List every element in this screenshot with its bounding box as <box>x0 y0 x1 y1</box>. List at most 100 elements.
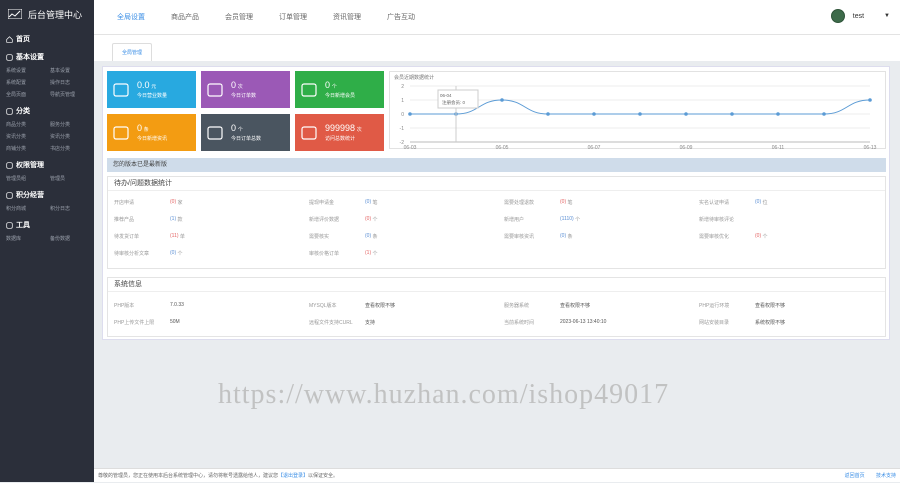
nav-tab[interactable]: 广告互动 <box>374 0 428 35</box>
stat-value[interactable]: (0) <box>170 250 176 257</box>
sysinfo-value: 支持 <box>365 320 376 326</box>
stat-value[interactable]: (0) <box>365 233 371 240</box>
stat-unit: 家 <box>177 200 183 206</box>
sidebar-section[interactable]: 积分经营 <box>0 188 94 202</box>
sidebar-item[interactable]: 全局页面 <box>6 91 50 98</box>
sidebar-item[interactable]: 积分商城 <box>6 205 50 212</box>
y-tick-label: 2 <box>401 84 404 90</box>
nav-tab[interactable]: 全局设置 <box>104 0 158 35</box>
card-number: 0 <box>325 80 331 90</box>
tab-global-manage[interactable]: 全局管理 <box>112 43 152 61</box>
stat-value[interactable]: (0) <box>365 216 371 223</box>
stat-value[interactable]: (0) <box>560 233 566 240</box>
sidebar-item[interactable]: 资讯分类 <box>50 133 94 140</box>
stat-key: 开店申请 <box>114 200 135 206</box>
nav-tab[interactable]: 订单管理 <box>266 0 320 35</box>
back-home-link[interactable]: 返回首页 <box>845 473 865 479</box>
stat-card[interactable]: 999998 次访问总数统计 <box>295 114 384 151</box>
sidebar-subrow: 全局页面 导航页管理 <box>0 88 94 100</box>
stat-value[interactable]: (0) <box>755 233 761 240</box>
card-label: 今日新增会员 <box>325 93 356 99</box>
sidebar-item[interactable]: 备份数据 <box>50 235 94 242</box>
sidebar-item[interactable]: 系统设置 <box>6 67 50 74</box>
sidebar-item[interactable]: 书店分类 <box>50 145 94 152</box>
stat-key: 推荐产品 <box>114 217 135 223</box>
sidebar-item[interactable]: 基本设置 <box>50 67 94 74</box>
sidebar-subrow: 商铺分类 书店分类 <box>0 142 94 154</box>
stat-card[interactable]: 0 条今日新增资讯 <box>107 114 196 151</box>
sidebar-item[interactable]: 商铺分类 <box>6 145 50 152</box>
sidebar-item[interactable]: 管理员组 <box>6 175 50 182</box>
stat-card[interactable]: 0 次今日订单数 <box>201 71 290 108</box>
app-logo: 后台管理中心 <box>0 0 94 28</box>
stat-unit: 个 <box>575 217 581 223</box>
stat-value[interactable]: (1110) <box>560 216 574 223</box>
sidebar-item[interactable]: 服务分类 <box>50 121 94 128</box>
sidebar-item[interactable]: 系统配置 <box>6 79 50 86</box>
nav-tab[interactable]: 会员管理 <box>212 0 266 35</box>
sidebar-section[interactable]: 分类 <box>0 104 94 118</box>
stat-key: 新增用户 <box>504 217 525 223</box>
sidebar-section[interactable]: 权限管理 <box>0 158 94 172</box>
mail-icon <box>113 125 129 140</box>
sidebar: 后台管理中心 首页 基本设置 系统设置 基本设置 系统配置 操作日志 全局页面 导航页管理分… <box>0 0 94 482</box>
sidebar-section-title: 基本设置 <box>16 54 44 61</box>
stat-value[interactable]: (1) <box>365 250 371 257</box>
sidebar-item[interactable]: 操作日志 <box>50 79 94 86</box>
sysinfo-row: MYSQL版本 查看权限不够 <box>309 302 489 309</box>
card-number: 999998 <box>325 123 356 133</box>
stat-value[interactable]: (0) <box>170 199 176 206</box>
tooltip-title: 06-04 <box>440 93 452 98</box>
x-tick-label: 06-03 <box>404 145 417 150</box>
sysinfo-value: 7.0.33 <box>170 302 184 308</box>
cart-icon <box>6 191 13 199</box>
card-number: 0 <box>231 123 237 133</box>
data-point <box>730 112 734 116</box>
stat-value[interactable]: (1) <box>170 216 176 223</box>
stat-value[interactable]: (0) <box>755 199 761 206</box>
home-icon <box>6 35 13 43</box>
stat-row: 提现申请金 (0) 笔 <box>309 199 489 206</box>
stat-row: 审核价格订单 (1) 个 <box>309 250 489 257</box>
card-number: 0 <box>137 123 143 133</box>
stat-unit: 位 <box>762 200 768 206</box>
nav-tab[interactable]: 资讯管理 <box>320 0 374 35</box>
sidebar-section[interactable]: 工具 <box>0 218 94 232</box>
stat-row: 新增用户 (1110) 个 <box>504 216 684 223</box>
y-tick-label: 1 <box>401 98 404 104</box>
card-unit: 条 <box>143 127 149 133</box>
sidebar-item[interactable]: 商品分类 <box>6 121 50 128</box>
x-tick-label: 06-13 <box>864 145 877 150</box>
sidebar-item[interactable]: 资讯分类 <box>6 133 50 140</box>
stat-value[interactable]: (11) <box>170 233 179 240</box>
user-name: test <box>852 12 865 20</box>
alert-icon <box>301 125 317 140</box>
stat-card[interactable]: 0 个今日订单总数 <box>201 114 290 151</box>
user-menu[interactable]: test ▼ <box>830 9 890 23</box>
grid-icon <box>6 107 13 115</box>
stats-title: 待办/问题数据统计 <box>108 177 885 191</box>
stat-card[interactable]: 0 个今日新增会员 <box>295 71 384 108</box>
stat-unit: 个 <box>762 234 768 240</box>
sidebar-item[interactable]: 管理员 <box>50 175 94 182</box>
caret-down-icon[interactable]: ▼ <box>884 13 890 19</box>
card-label: 今日订单总数 <box>231 136 262 142</box>
sidebar-section[interactable]: 基本设置 <box>0 50 94 64</box>
sidebar-home[interactable]: 首页 <box>0 32 94 46</box>
stat-unit: 笔 <box>372 200 378 206</box>
avatar[interactable] <box>830 9 845 23</box>
gear-icon <box>6 53 13 61</box>
notice-bar: 您的版本已是最新版 <box>107 158 886 172</box>
sidebar-item[interactable]: 数据库 <box>6 235 50 242</box>
sub-tab-bar: 全局管理 <box>94 35 900 61</box>
stat-value[interactable]: (0) <box>560 199 566 206</box>
sidebar-item[interactable]: 积分日志 <box>50 205 94 212</box>
nav-tab[interactable]: 商品产品 <box>158 0 212 35</box>
stat-unit: 条 <box>372 234 378 240</box>
stat-row: 待发货订单 (11) 单 <box>114 233 294 240</box>
tech-support-link[interactable]: 技术支持 <box>876 473 896 479</box>
stat-value[interactable]: (0) <box>365 199 371 206</box>
sidebar-item[interactable]: 导航页管理 <box>50 91 94 98</box>
logout-link[interactable]: 【退出登录】 <box>278 473 308 479</box>
stat-card[interactable]: 0.0 元今日营业数量 <box>107 71 196 108</box>
